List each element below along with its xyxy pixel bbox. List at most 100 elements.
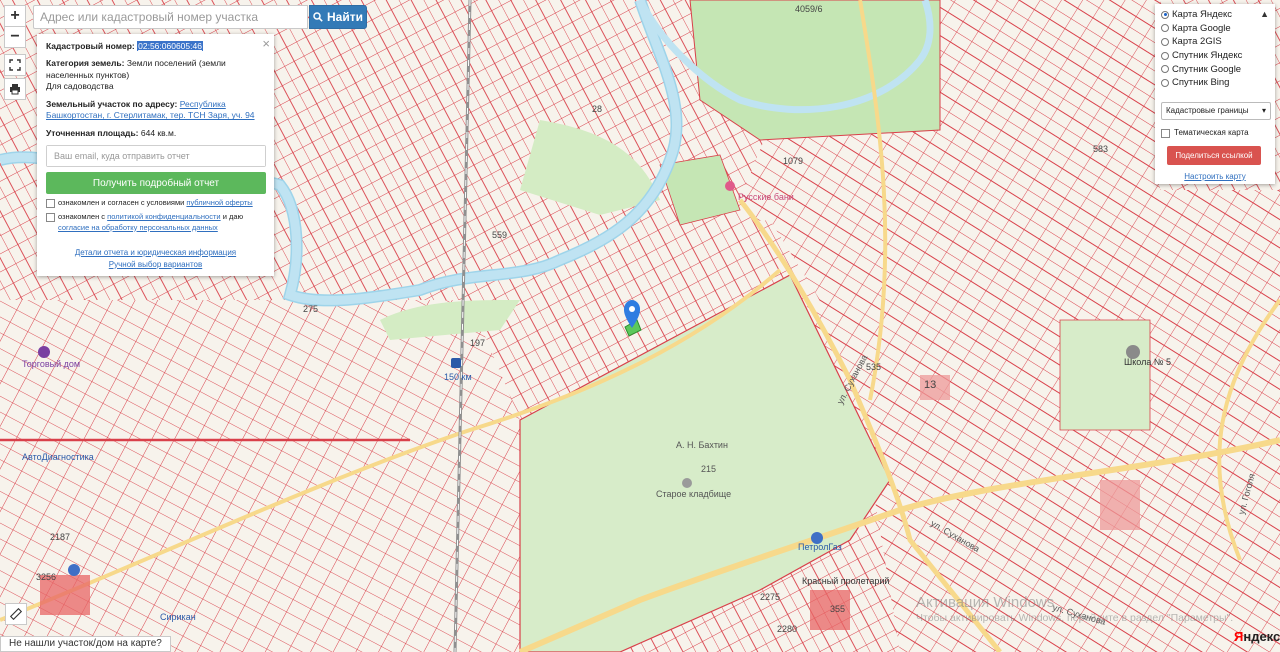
windows-activation-title: Активация Windows [916,594,1055,611]
privacy-prefix: ознакомлен с [58,212,106,222]
map-label-4059: 4059/6 [795,4,823,14]
map-label-2275: 2275 [760,592,780,602]
offer-agreement-row: ознакомлен и согласен с условиями публич… [46,198,265,209]
layer-option[interactable]: Спутник Google [1161,62,1269,76]
map-label-559: 559 [492,230,507,240]
cemetery-person-label: А. Н. Бахтин [676,440,728,450]
not-found-link[interactable]: Не нашли участок/дом на карте? [0,636,171,652]
privacy-checkbox[interactable] [46,213,55,223]
petrol-label: ПетролГаз [798,542,842,552]
area-row: Уточненная площадь: 644 кв.м. [46,128,265,139]
layer-option-label: Карта Google [1172,22,1231,34]
area-label: Уточненная площадь: [46,127,139,138]
usage-value: Для садоводства [46,81,114,92]
layer-option-label: Карта 2GIS [1172,36,1222,48]
layer-option[interactable]: Спутник Яндекс [1161,49,1269,63]
cemetery-name-label: Старое кладбище [656,489,731,499]
overlay-select-value: Кадастровые границы [1166,106,1249,116]
offer-link[interactable]: публичной оферты [186,198,252,207]
map-label-13: 13 [924,379,936,391]
search-icon [313,12,323,22]
base-layer-list: Карта Яндекс Карта Google Карта 2GIS Спутни… [1161,8,1269,90]
personal-data-link[interactable]: согласие на обработку персональных данны… [58,223,218,232]
zoom-in-button[interactable]: + [4,5,26,27]
layer-radio[interactable] [1161,51,1169,60]
fullscreen-icon [9,59,21,71]
privacy-agreement-row: ознакомлен с политикой конфиденциальност… [46,212,265,232]
search-field[interactable] [33,5,308,29]
offer-text: ознакомлен и согласен с условиями [58,198,185,208]
print-icon [10,84,20,95]
area-value: 644 кв.м. [140,127,177,138]
search-button[interactable]: Найти [309,5,367,29]
layer-option[interactable]: Карта Яндекс [1161,8,1269,22]
yandex-logo-rest: ндекс [1243,629,1280,644]
layer-radio[interactable] [1161,78,1169,87]
krasny-label: Красный пролетарий [802,576,889,586]
share-link-button[interactable]: Поделиться ссылкой [1167,145,1261,165]
autodiag-label: АвтоДиагностика [22,452,94,462]
close-icon[interactable]: × [262,35,270,53]
chevron-up-icon[interactable]: ▲ [1260,9,1269,19]
chevron-down-icon: ▾ [1261,106,1266,116]
bani-label: Русские бани [738,192,794,202]
layer-option[interactable]: Карта 2GIS [1161,35,1269,49]
category-row: Категория земель: Земли поселений (земли… [46,58,265,92]
thematic-map-row[interactable]: Тематическая карта [1161,128,1269,138]
parcel-info-panel: × Кадастровый номер: 02:56:060605:46 Кат… [37,34,274,276]
map-label-3256: 3256 [36,572,56,582]
map-label-197: 197 [470,338,485,348]
cemetery-number-label: 215 [701,464,716,474]
map-label-535: 535 [866,362,881,372]
map-label-28: 28 [592,104,602,114]
layer-radio[interactable] [1161,10,1169,19]
zoom-out-button[interactable]: − [4,26,26,48]
layer-radio[interactable] [1161,24,1169,33]
ruler-icon [10,608,22,620]
privacy-middle: и даю [222,212,244,222]
search-button-label: Найти [327,10,363,24]
layer-radio[interactable] [1161,37,1169,46]
manual-choice-link[interactable]: Ручной выбор вариантов [109,260,202,269]
kad-number-value[interactable]: 02:56:060605:46 [137,41,203,51]
get-report-button[interactable]: Получить подробный отчет [46,172,266,195]
email-field[interactable] [46,145,266,168]
thematic-map-label: Тематическая карта [1174,128,1249,138]
siriqn-label: Сирикан [160,612,196,622]
map-label-355: 355 [830,604,845,614]
trading-label: Торговый дом [22,359,80,369]
kad-number-label: Кадастровый номер: [46,41,135,51]
zoom-out-icon: − [10,28,20,45]
map-label-2187: 2187 [50,532,70,542]
details-link[interactable]: Детали отчета и юридическая информация [75,248,236,257]
address-row: Земельный участок по адресу: Республика … [46,99,265,122]
layer-option[interactable]: Спутник Bing [1161,76,1269,90]
setup-map-link[interactable]: Настроить карту [1184,172,1245,181]
ruler-button[interactable] [5,603,27,625]
map-label-583: 583 [1093,144,1108,154]
print-button[interactable] [4,78,26,100]
map-label-2280: 2280 [777,624,797,634]
search-input[interactable] [34,6,307,28]
layer-option-label: Карта Яндекс [1172,9,1233,21]
offer-checkbox[interactable] [46,199,55,209]
map-layers-panel: ▲ Карта Яндекс Карта Google Карта 2GIS Спут… [1155,4,1275,184]
layer-option-label: Спутник Яндекс [1172,50,1243,62]
yandex-logo-y: Я [1234,629,1244,644]
layer-radio[interactable] [1161,65,1169,74]
privacy-policy-link[interactable]: политикой конфиденциальности [107,212,220,221]
address-label: Земельный участок по адресу: [46,98,178,109]
map-label-1079: 1079 [783,156,803,166]
fullscreen-button[interactable] [4,54,26,76]
layer-option-label: Спутник Bing [1172,77,1230,89]
kad-number-row: Кадастровый номер: 02:56:060605:46 [46,41,265,52]
yandex-logo[interactable]: Яндекс [1234,629,1280,644]
zoom-in-icon: + [10,7,20,24]
station-label: 150 км [444,372,472,382]
layer-option-label: Спутник Google [1172,63,1242,75]
thematic-map-checkbox[interactable] [1161,128,1170,138]
windows-activation-text: Чтобы активировать Windows, перейдите в … [916,612,1234,624]
layer-option[interactable]: Карта Google [1161,22,1269,36]
email-input[interactable] [47,146,265,167]
overlay-select[interactable]: Кадастровые границы ▾ [1161,101,1271,120]
